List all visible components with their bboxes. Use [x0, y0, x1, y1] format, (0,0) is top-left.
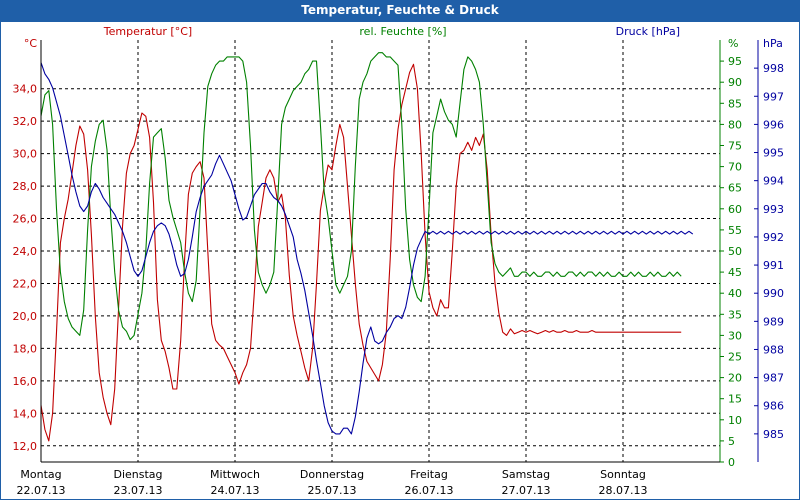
humidity-tick-label: 10 [728, 414, 742, 427]
weather-chart: 12,0 14,0 16,0 18,0 20,0 22,0 24,0 26,0 28,0 30,0… [13, 25, 785, 497]
x-date-label: 27.07.13 [502, 484, 551, 497]
x-day-label: Donnerstag [300, 468, 364, 481]
humidity-unit-label: % [728, 37, 738, 50]
temp-tick-label: 16,0 [13, 375, 38, 388]
humidity-tick-label: 25 [728, 351, 742, 364]
x-day-label: Mittwoch [210, 468, 260, 481]
temp-tick-label: 12,0 [13, 440, 38, 453]
x-date-label: 22.07.13 [17, 484, 66, 497]
temp-tick-label: 18,0 [13, 342, 38, 355]
x-day-label: Samstag [502, 468, 550, 481]
pressure-tick-label: 988 [763, 343, 784, 356]
humidity-tick-label: 50 [728, 245, 742, 258]
humidity-tick-label: 75 [728, 140, 742, 153]
temp-tick-label: 24,0 [13, 245, 38, 258]
pressure-tick-label: 995 [763, 147, 784, 160]
series-line-humidity [40, 52, 682, 341]
humidity-tick-label: 60 [728, 203, 742, 216]
humidity-tick-label: 85 [728, 97, 742, 110]
pressure-tick-label: 986 [763, 400, 784, 413]
x-date-label: 24.07.13 [211, 484, 260, 497]
pressure-axis-title: Druck [hPa] [616, 25, 680, 38]
temp-tick-label: 26,0 [13, 213, 38, 226]
x-date-label: 28.07.13 [599, 484, 648, 497]
pressure-unit-label: hPa [763, 37, 783, 50]
pressure-tick-label: 989 [763, 315, 784, 328]
temp-tick-label: 14,0 [13, 407, 38, 420]
x-day-label: Montag [20, 468, 61, 481]
humidity-tick-label: 30 [728, 329, 742, 342]
pressure-tick-label: 990 [763, 287, 784, 300]
x-day-label: Dienstag [113, 468, 162, 481]
pressure-tick-label: 998 [763, 62, 784, 75]
humidity-tick-label: 55 [728, 224, 742, 237]
humidity-axis-title: rel. Feuchte [%] [359, 25, 446, 38]
pressure-tick-label: 992 [763, 231, 784, 244]
pressure-tick-label: 993 [763, 203, 784, 216]
x-day-label: Sonntag [600, 468, 646, 481]
temp-tick-label: 22,0 [13, 277, 38, 290]
temp-unit-label: °C [24, 37, 38, 50]
series-lines [40, 52, 694, 442]
pressure-tick-label: 987 [763, 372, 784, 385]
grid [40, 40, 721, 462]
axes [40, 40, 759, 463]
pressure-tick-label: 997 [763, 90, 784, 103]
humidity-tick-label: 15 [728, 393, 742, 406]
pressure-tick-label: 991 [763, 259, 784, 272]
humidity-tick-label: 20 [728, 372, 742, 385]
temp-tick-label: 34,0 [13, 83, 38, 96]
humidity-tick-label: 95 [728, 55, 742, 68]
series-line-pressure [40, 62, 694, 435]
humidity-tick-label: 65 [728, 182, 742, 195]
x-day-label: Freitag [410, 468, 448, 481]
humidity-tick-label: 5 [728, 435, 735, 448]
humidity-tick-label: 45 [728, 266, 742, 279]
temp-tick-label: 30,0 [13, 148, 38, 161]
humidity-tick-label: 40 [728, 287, 742, 300]
temp-tick-label: 28,0 [13, 180, 38, 193]
humidity-tick-label: 0 [728, 456, 735, 469]
x-date-label: 26.07.13 [405, 484, 454, 497]
humidity-tick-label: 35 [728, 308, 742, 321]
temp-tick-label: 32,0 [13, 115, 38, 128]
humidity-tick-label: 80 [728, 118, 742, 131]
pressure-tick-label: 996 [763, 118, 784, 131]
labels: 12,0 14,0 16,0 18,0 20,0 22,0 24,0 26,0 28,0 30,0… [13, 25, 785, 497]
pressure-tick-label: 994 [763, 175, 784, 188]
temp-tick-label: 20,0 [13, 310, 38, 323]
humidity-tick-label: 90 [728, 76, 742, 89]
x-date-label: 25.07.13 [308, 484, 357, 497]
temperature-axis-title: Temperatur [°C] [103, 25, 192, 38]
pressure-tick-label: 985 [763, 428, 784, 441]
x-date-label: 23.07.13 [114, 484, 163, 497]
humidity-tick-label: 70 [728, 161, 742, 174]
